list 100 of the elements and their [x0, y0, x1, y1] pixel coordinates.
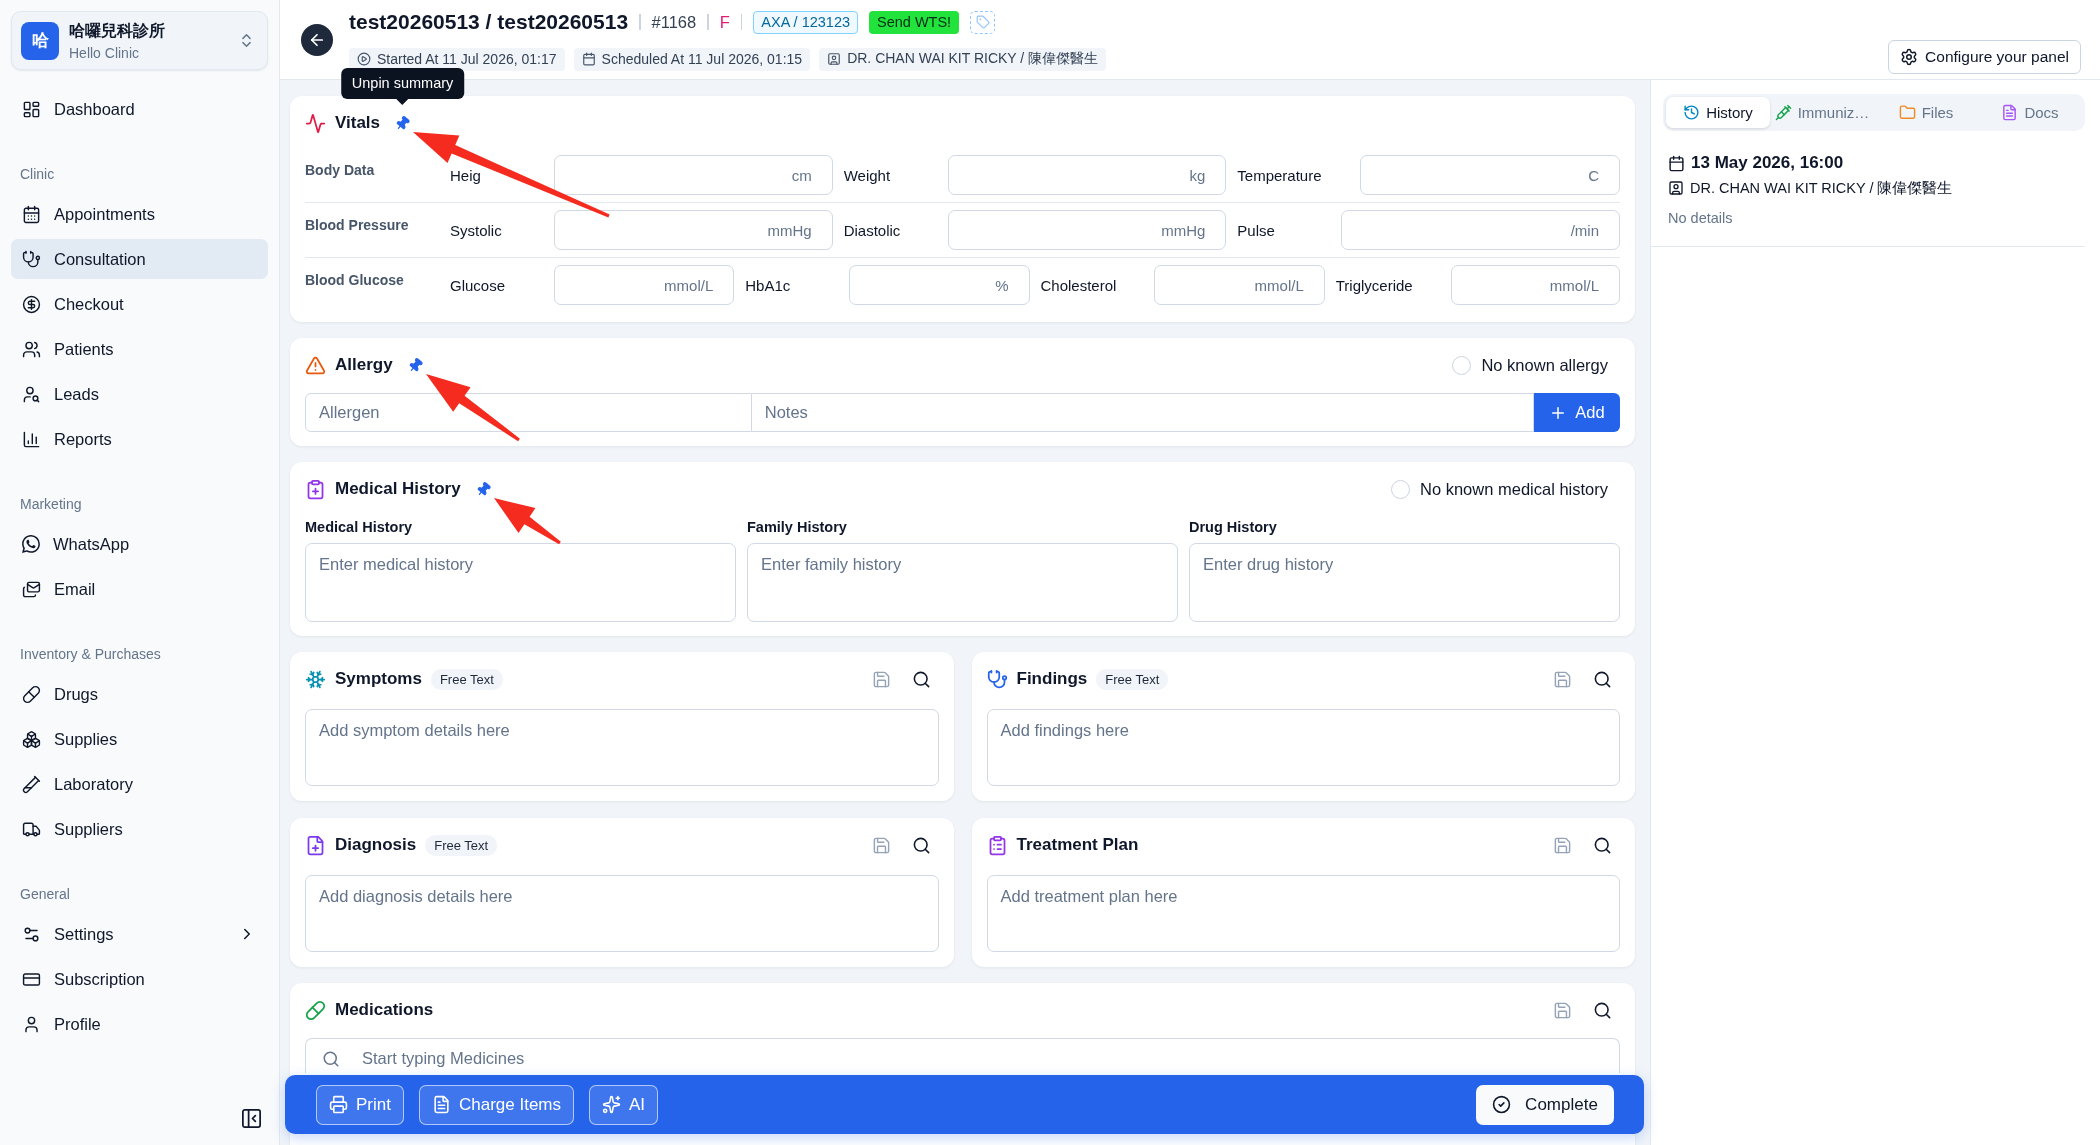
search-icon[interactable] — [1593, 669, 1612, 689]
complete-button[interactable]: Complete — [1476, 1084, 1614, 1125]
radio-option[interactable]: No known medical history — [1391, 479, 1608, 499]
free-text-tag: Free Text — [430, 668, 503, 690]
boxes-icon — [22, 729, 41, 749]
patient-title: test20260513 / test20260513 — [349, 10, 629, 34]
card-title: Vitals — [335, 113, 381, 133]
tab[interactable]: History — [1666, 97, 1770, 128]
radio-button[interactable] — [1452, 355, 1472, 375]
vital-input[interactable]: /min — [1341, 210, 1620, 250]
annotation-arrow — [493, 497, 561, 544]
add-button[interactable]: Add — [1534, 393, 1620, 432]
vital-input[interactable]: mmol/L — [554, 265, 735, 305]
vital-input[interactable]: mmol/L — [1450, 265, 1620, 305]
nav-item[interactable]: Email — [11, 569, 268, 609]
ai-button[interactable]: AI — [589, 1084, 659, 1125]
radio-option[interactable]: No known allergy — [1452, 355, 1608, 375]
tab[interactable]: Docs — [1978, 97, 2082, 128]
nav-item[interactable]: Supplies — [11, 719, 268, 759]
vital-input[interactable]: % — [849, 265, 1030, 305]
vital-label: Diastolic — [843, 221, 902, 239]
vital-input[interactable]: cm — [554, 155, 833, 195]
nav-item[interactable]: Laboratory — [11, 764, 268, 804]
nav-item[interactable]: WhatsApp — [11, 524, 268, 564]
save-icon[interactable] — [1553, 835, 1572, 855]
configure-button[interactable]: Configure your panel — [1888, 40, 2081, 74]
history-icon — [1683, 104, 1701, 121]
snowflake-icon — [305, 668, 326, 690]
stethoscope-icon — [22, 249, 41, 269]
card-title: Findings — [1016, 669, 1088, 689]
nav-item[interactable]: Patients — [11, 329, 268, 369]
vital-group-label: Blood Pressure — [305, 216, 410, 233]
free-text-tag: Free Text — [425, 834, 498, 856]
calendar-icon — [1668, 154, 1685, 172]
tab[interactable]: Files — [1874, 97, 1978, 128]
chip-text: Scheduled At 11 Jul 2026, 01:15 — [601, 51, 803, 67]
nav-item[interactable]: Drugs — [11, 674, 268, 714]
vital-input[interactable]: mmol/L — [1154, 265, 1325, 305]
nav-item[interactable]: Appointments — [11, 194, 268, 234]
save-icon[interactable] — [1553, 1000, 1572, 1020]
print-button[interactable]: Print — [316, 1084, 404, 1125]
nav-item[interactable]: Checkout — [11, 284, 268, 324]
save-icon[interactable] — [1553, 669, 1572, 689]
vital-input[interactable]: mmHg — [947, 210, 1227, 250]
vital-label: Heig — [450, 166, 482, 184]
field-label: Drug History — [1189, 518, 1277, 537]
nav-item[interactable]: Suppliers — [11, 809, 268, 849]
vital-input[interactable]: kg — [947, 155, 1227, 195]
document-icon — [2001, 104, 2019, 121]
nav-item[interactable]: Subscription — [11, 959, 268, 999]
tag-icon — [975, 15, 990, 29]
document-icon — [431, 1095, 451, 1114]
nav-item[interactable]: Settings — [11, 914, 268, 954]
vital-input[interactable]: mmHg — [554, 210, 833, 250]
text-area-field[interactable]: Enter drug history — [1189, 543, 1620, 622]
search-icon — [322, 1049, 340, 1068]
card-title: Treatment Plan — [1016, 835, 1139, 855]
vital-input[interactable]: C — [1359, 155, 1620, 195]
allergen-field[interactable]: Allergen — [305, 393, 752, 432]
save-icon[interactable] — [871, 835, 891, 855]
nav-item[interactable]: Dashboard — [11, 89, 268, 129]
notes-field[interactable]: Notes — [751, 393, 1534, 432]
save-icon[interactable] — [871, 669, 891, 689]
text-area-field[interactable]: Add diagnosis details here — [305, 875, 939, 952]
text-area-field[interactable]: Add findings here — [986, 709, 1620, 786]
medicine-search-field[interactable]: Start typing Medicines — [305, 1038, 1620, 1073]
vital-label: Weight — [843, 166, 892, 184]
card-title: Symptoms — [335, 669, 422, 689]
free-text-tag: Free Text — [1096, 668, 1169, 690]
chip-text: Started At 11 Jul 2026, 01:17 — [377, 51, 557, 67]
send-button[interactable]: Send WTS! — [869, 10, 960, 34]
calendar-icon — [581, 52, 596, 66]
search-icon[interactable] — [911, 835, 931, 855]
nav-item[interactable]: Reports — [11, 419, 268, 459]
search-icon[interactable] — [1593, 835, 1612, 855]
search-icon[interactable] — [1593, 1000, 1612, 1020]
text-area-field[interactable]: Add treatment plan here — [986, 875, 1620, 952]
radio-button[interactable] — [1391, 479, 1410, 499]
vital-label: Pulse — [1237, 221, 1276, 239]
tab[interactable]: Immuniz… — [1770, 97, 1874, 128]
search-icon[interactable] — [911, 669, 931, 689]
vital-label: Cholesterol — [1040, 276, 1118, 294]
pin-icon[interactable] — [394, 114, 412, 132]
text-area-field[interactable]: Enter medical history — [305, 543, 736, 622]
charge-items-button[interactable]: Charge Items — [418, 1084, 574, 1125]
vital-group-label: Body Data — [305, 161, 376, 178]
vital-label: Systolic — [450, 221, 503, 239]
clinic-switcher[interactable]: 哈 哈囉兒科診所 Hello Clinic — [11, 11, 268, 70]
file-plus-icon — [305, 834, 326, 856]
nav-item[interactable]: Profile — [11, 1004, 268, 1044]
nav-item[interactable]: Consultation — [11, 239, 268, 279]
folder-icon — [1898, 104, 1916, 121]
medicine-search-input[interactable]: Start typing Medicines — [362, 1044, 1605, 1073]
text-area-field[interactable]: Add symptom details here — [305, 709, 939, 786]
panel-collapse-icon[interactable] — [240, 1107, 263, 1130]
text-area-field[interactable]: Enter family history — [747, 543, 1178, 622]
back-button[interactable] — [301, 23, 333, 56]
user-search-icon — [22, 384, 41, 404]
nav-item[interactable]: Leads — [11, 374, 268, 414]
pill-icon — [22, 684, 41, 704]
